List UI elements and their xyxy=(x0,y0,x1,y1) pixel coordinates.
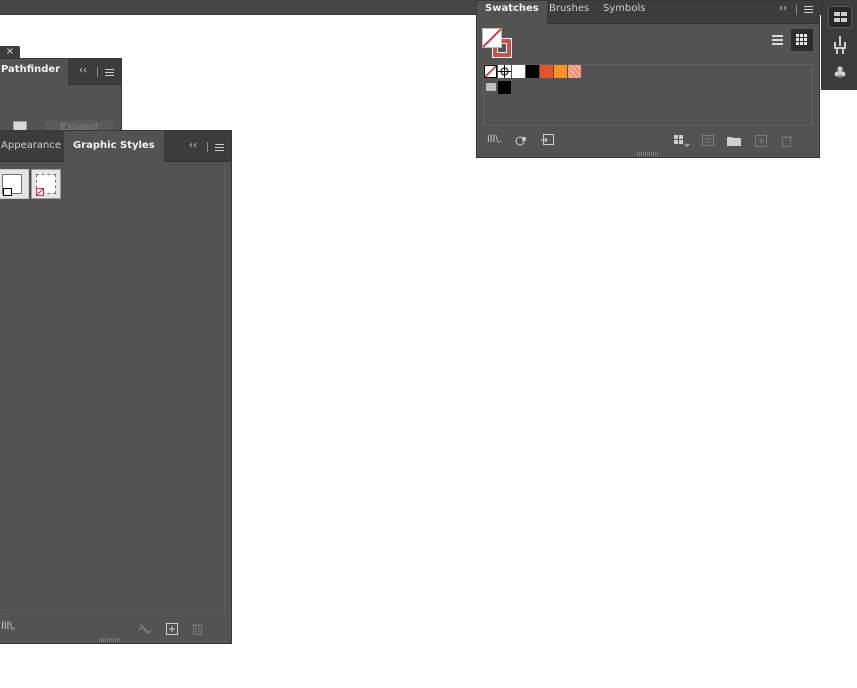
collapse-panel-button[interactable]: ‹‹ xyxy=(189,131,197,161)
grid-view-button[interactable] xyxy=(791,29,813,51)
swatch-registration[interactable] xyxy=(498,65,511,78)
tab-symbols[interactable]: Symbols xyxy=(595,1,653,23)
pathfinder-panel: Pathfinder ‹‹ Expand xyxy=(0,58,122,138)
new-color-group-folder-icon[interactable] xyxy=(727,135,741,146)
collapsed-panel-dock: ♣ xyxy=(821,0,857,90)
swatches-panel: Swatches Brushes Symbols ›› lll\. xyxy=(476,0,820,158)
pathfinder-tab-row: Pathfinder ‹‹ xyxy=(0,59,121,85)
tab-graphic-styles[interactable]: Graphic Styles xyxy=(64,131,164,162)
swatch-red-orange[interactable] xyxy=(540,65,553,78)
show-swatch-kinds-icon[interactable] xyxy=(674,135,690,147)
swatch-kind-icon[interactable] xyxy=(515,135,527,147)
swatch-white[interactable] xyxy=(512,65,525,78)
divider xyxy=(207,142,208,152)
panel-menu-icon[interactable] xyxy=(215,144,224,151)
grid-view-icon xyxy=(796,34,808,46)
trash-icon[interactable] xyxy=(781,135,792,147)
break-link-icon[interactable] xyxy=(137,623,153,635)
list-view-icon xyxy=(772,35,783,45)
swatch-libraries-button[interactable]: lll\. xyxy=(487,134,502,145)
trash-icon[interactable] xyxy=(192,623,203,635)
panel-menu-icon[interactable] xyxy=(804,6,813,13)
footer-bar: lll\. xyxy=(0,615,231,643)
folder-icon xyxy=(486,83,496,91)
panel-menu-icon[interactable] xyxy=(105,69,114,76)
tab-swatches[interactable]: Swatches xyxy=(477,1,547,24)
swatch-none[interactable] xyxy=(484,65,497,78)
divider xyxy=(796,5,797,15)
new-swatch-icon[interactable] xyxy=(755,135,767,147)
divider xyxy=(97,67,98,77)
swatch-salmon-pattern[interactable] xyxy=(568,65,581,78)
expand-panel-button[interactable]: ›› xyxy=(779,1,787,23)
new-style-icon[interactable] xyxy=(166,623,178,635)
list-view-button[interactable] xyxy=(766,29,788,51)
graphic-styles-library-button[interactable]: lll\. xyxy=(1,621,16,632)
resize-gripper[interactable] xyxy=(637,152,659,156)
resize-gripper[interactable] xyxy=(99,638,121,642)
swatch-black[interactable] xyxy=(526,65,539,78)
swatch-orange[interactable] xyxy=(554,65,567,78)
new-color-group-disabled-icon[interactable] xyxy=(702,135,714,147)
symbols-dock-icon[interactable]: ♣ xyxy=(828,62,852,84)
tab-pathfinder[interactable]: Pathfinder xyxy=(0,59,69,85)
close-panel-button[interactable]: × xyxy=(0,46,20,58)
swatches-dock-icon[interactable] xyxy=(828,6,852,28)
swatch-black-group[interactable] xyxy=(498,81,511,94)
swatches-tab-row: Swatches Brushes Symbols ›› xyxy=(477,1,819,24)
fill-none-swatch[interactable] xyxy=(482,28,502,48)
graphic-styles-panel: Appearance Graphic Styles ‹‹ lll\. xyxy=(0,130,232,644)
tab-appearance[interactable]: Appearance xyxy=(0,131,69,161)
collapse-panel-button[interactable]: ‹‹ xyxy=(79,59,87,84)
swatch-options-icon[interactable] xyxy=(540,134,554,146)
content-area-border xyxy=(1,167,225,615)
grid-glyph xyxy=(834,12,847,22)
brushes-dock-icon[interactable] xyxy=(828,34,852,56)
tab-brushes[interactable]: Brushes xyxy=(541,1,597,23)
graphic-styles-tab-row: Appearance Graphic Styles ‹‹ xyxy=(0,131,231,162)
